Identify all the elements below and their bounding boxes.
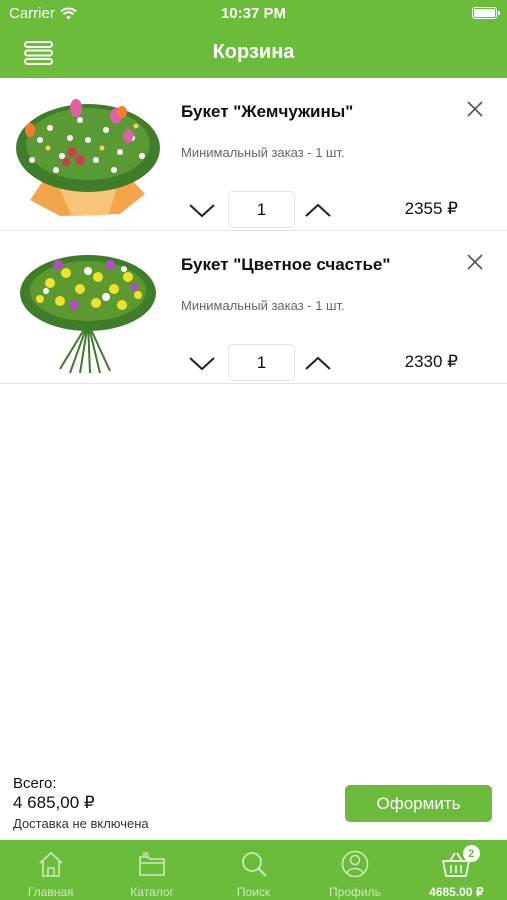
tab-label: Профиль [329,885,381,899]
tab-label: Главная [27,885,74,899]
quantity-field[interactable]: 1 [228,191,295,228]
item-price: 2355 ₽ [404,199,458,218]
quantity-decrease-button[interactable] [186,351,218,375]
delivery-note: Доставка не включена [13,816,149,831]
chevron-down-icon [189,204,215,218]
remove-item-button[interactable] [464,98,486,120]
battery-icon [472,7,500,19]
quantity-increase-button[interactable] [302,351,334,375]
tab-cart[interactable]: 2 4685.00 ₽ [406,840,507,900]
item-min-order: Минимальный заказ - 1 шт. [181,145,345,160]
remove-item-button[interactable] [464,251,486,273]
tab-label: 4685.00 ₽ [429,885,484,899]
item-min-order: Минимальный заказ - 1 шт. [181,298,345,313]
quantity-decrease-button[interactable] [186,198,218,222]
tab-profile[interactable]: Профиль [304,840,405,900]
close-icon [467,101,483,117]
quantity-field[interactable]: 1 [228,344,295,381]
nav-bar: Корзина [0,28,507,78]
tab-home[interactable]: Главная [0,840,101,900]
page-title: Корзина [212,41,295,63]
tab-search[interactable]: Поиск [203,840,304,900]
item-price: 2330 ₽ [404,352,458,371]
profile-icon [341,850,369,878]
bouquet-image[interactable] [10,243,165,374]
quantity-increase-button[interactable] [302,198,334,222]
cart-item: Букет "Цветное счастье" Минимальный зака… [0,231,507,384]
bouquet-image[interactable] [10,90,165,220]
checkout-button[interactable]: Оформить [345,785,492,822]
item-name: Букет "Жемчужины" [181,102,354,121]
home-icon [39,851,63,877]
item-name: Букет "Цветное счастье" [181,255,391,274]
order-summary: Всего: 4 685,00 ₽ Доставка не включена [13,775,149,831]
total-amount: 4 685,00 ₽ [13,793,95,812]
tab-label: Каталог [130,885,174,899]
close-icon [467,254,483,270]
tab-catalog[interactable]: Каталог [101,840,202,900]
tab-bar: Главная Каталог Поиск Профиль 2 4685.00 … [0,840,507,900]
status-bar: Carrier 10:37 PM [0,0,507,28]
status-time: 10:37 PM [220,5,287,22]
search-icon [241,852,267,877]
chevron-down-icon [189,357,215,371]
total-label: Всего: [13,775,57,792]
chevron-up-icon [305,356,331,370]
cart-item: Букет "Жемчужины" Минимальный заказ - 1 … [0,78,507,231]
chevron-up-icon [305,203,331,217]
folder-icon [139,852,165,876]
tab-label: Поиск [236,885,271,899]
cart-count-badge: 2 [462,845,480,862]
